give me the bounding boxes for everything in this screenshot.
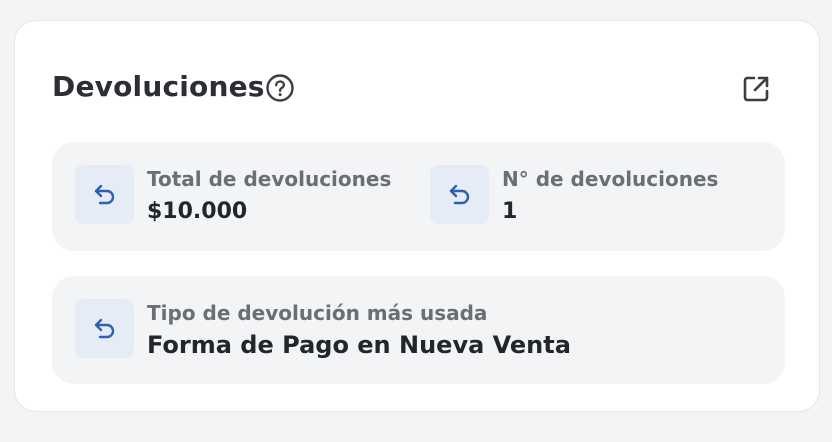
undo-icon-box: [430, 165, 489, 224]
stat-label: Tipo de devolución más usada: [147, 301, 488, 325]
stats-panel: Total de devoluciones $10.000 N° de devo…: [52, 142, 785, 251]
devoluciones-card: Devoluciones Total de devoluciones $10.0…: [14, 20, 820, 412]
stat-value: 1: [502, 199, 518, 224]
most-used-panel: Tipo de devolución más usada Forma de Pa…: [52, 276, 785, 384]
undo-icon-box: [75, 165, 134, 224]
help-icon[interactable]: [266, 74, 294, 102]
stat-value: $10.000: [147, 199, 248, 224]
stat-value: Forma de Pago en Nueva Venta: [147, 331, 571, 359]
stat-label: Total de devoluciones: [147, 167, 392, 191]
undo-arrow-icon: [449, 184, 470, 205]
undo-icon-box: [75, 299, 134, 358]
stat-label: N° de devoluciones: [502, 167, 719, 191]
undo-arrow-icon: [94, 184, 115, 205]
external-link-icon[interactable]: [740, 73, 772, 105]
card-title: Devoluciones: [52, 70, 265, 103]
undo-arrow-icon: [94, 318, 115, 339]
